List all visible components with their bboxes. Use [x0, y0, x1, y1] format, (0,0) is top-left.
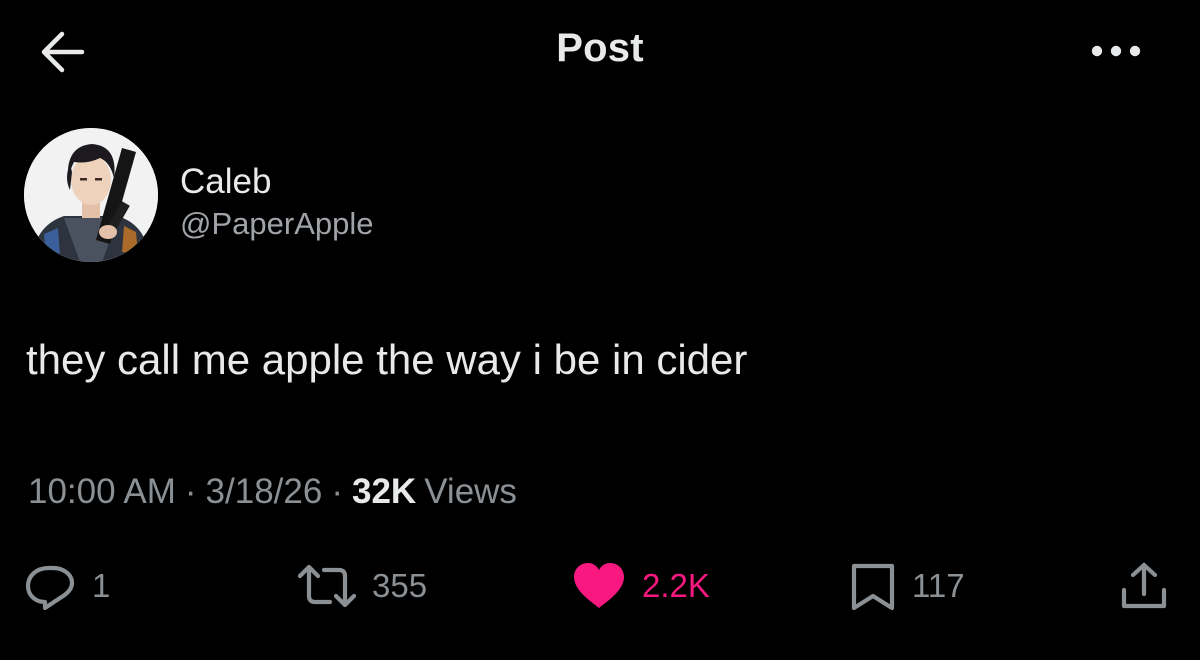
views-count[interactable]: 32K — [352, 472, 416, 511]
post-meta: 10:00 AM · 3/18/26 · 32K Views — [28, 472, 517, 512]
repost-button[interactable]: 355 — [296, 560, 427, 612]
bookmark-count: 117 — [912, 567, 965, 604]
more-options-button[interactable] — [1088, 34, 1144, 68]
bookmark-icon — [851, 563, 895, 611]
reply-button[interactable]: 1 — [22, 560, 110, 612]
meta-separator: · — [331, 472, 343, 511]
more-horizontal-icon — [1091, 45, 1141, 57]
avatar[interactable] — [24, 128, 158, 262]
share-icon — [1121, 562, 1167, 609]
post-time[interactable]: 10:00 AM — [28, 472, 176, 511]
page-title: Post — [556, 26, 644, 70]
author-display-name[interactable]: Caleb — [180, 162, 271, 202]
top-app-bar: Post — [0, 0, 1200, 110]
bookmark-button[interactable]: 117 — [848, 560, 965, 612]
like-count: 2.2K — [642, 567, 710, 604]
avatar-image — [24, 128, 158, 262]
views-label[interactable]: Views — [416, 472, 517, 511]
post-text: they call me apple the way i be in cider — [26, 336, 748, 383]
author-handle[interactable]: @PaperApple — [180, 206, 373, 242]
post-date[interactable]: 3/18/26 — [206, 472, 323, 511]
repost-count: 355 — [372, 567, 428, 604]
like-button[interactable]: 2.2K — [570, 560, 710, 612]
reply-icon — [25, 565, 75, 611]
reply-count: 1 — [92, 567, 111, 604]
share-button[interactable] — [1118, 560, 1170, 612]
heart-filled-icon — [574, 563, 624, 608]
repost-icon — [297, 564, 357, 608]
meta-separator: · — [184, 472, 197, 511]
